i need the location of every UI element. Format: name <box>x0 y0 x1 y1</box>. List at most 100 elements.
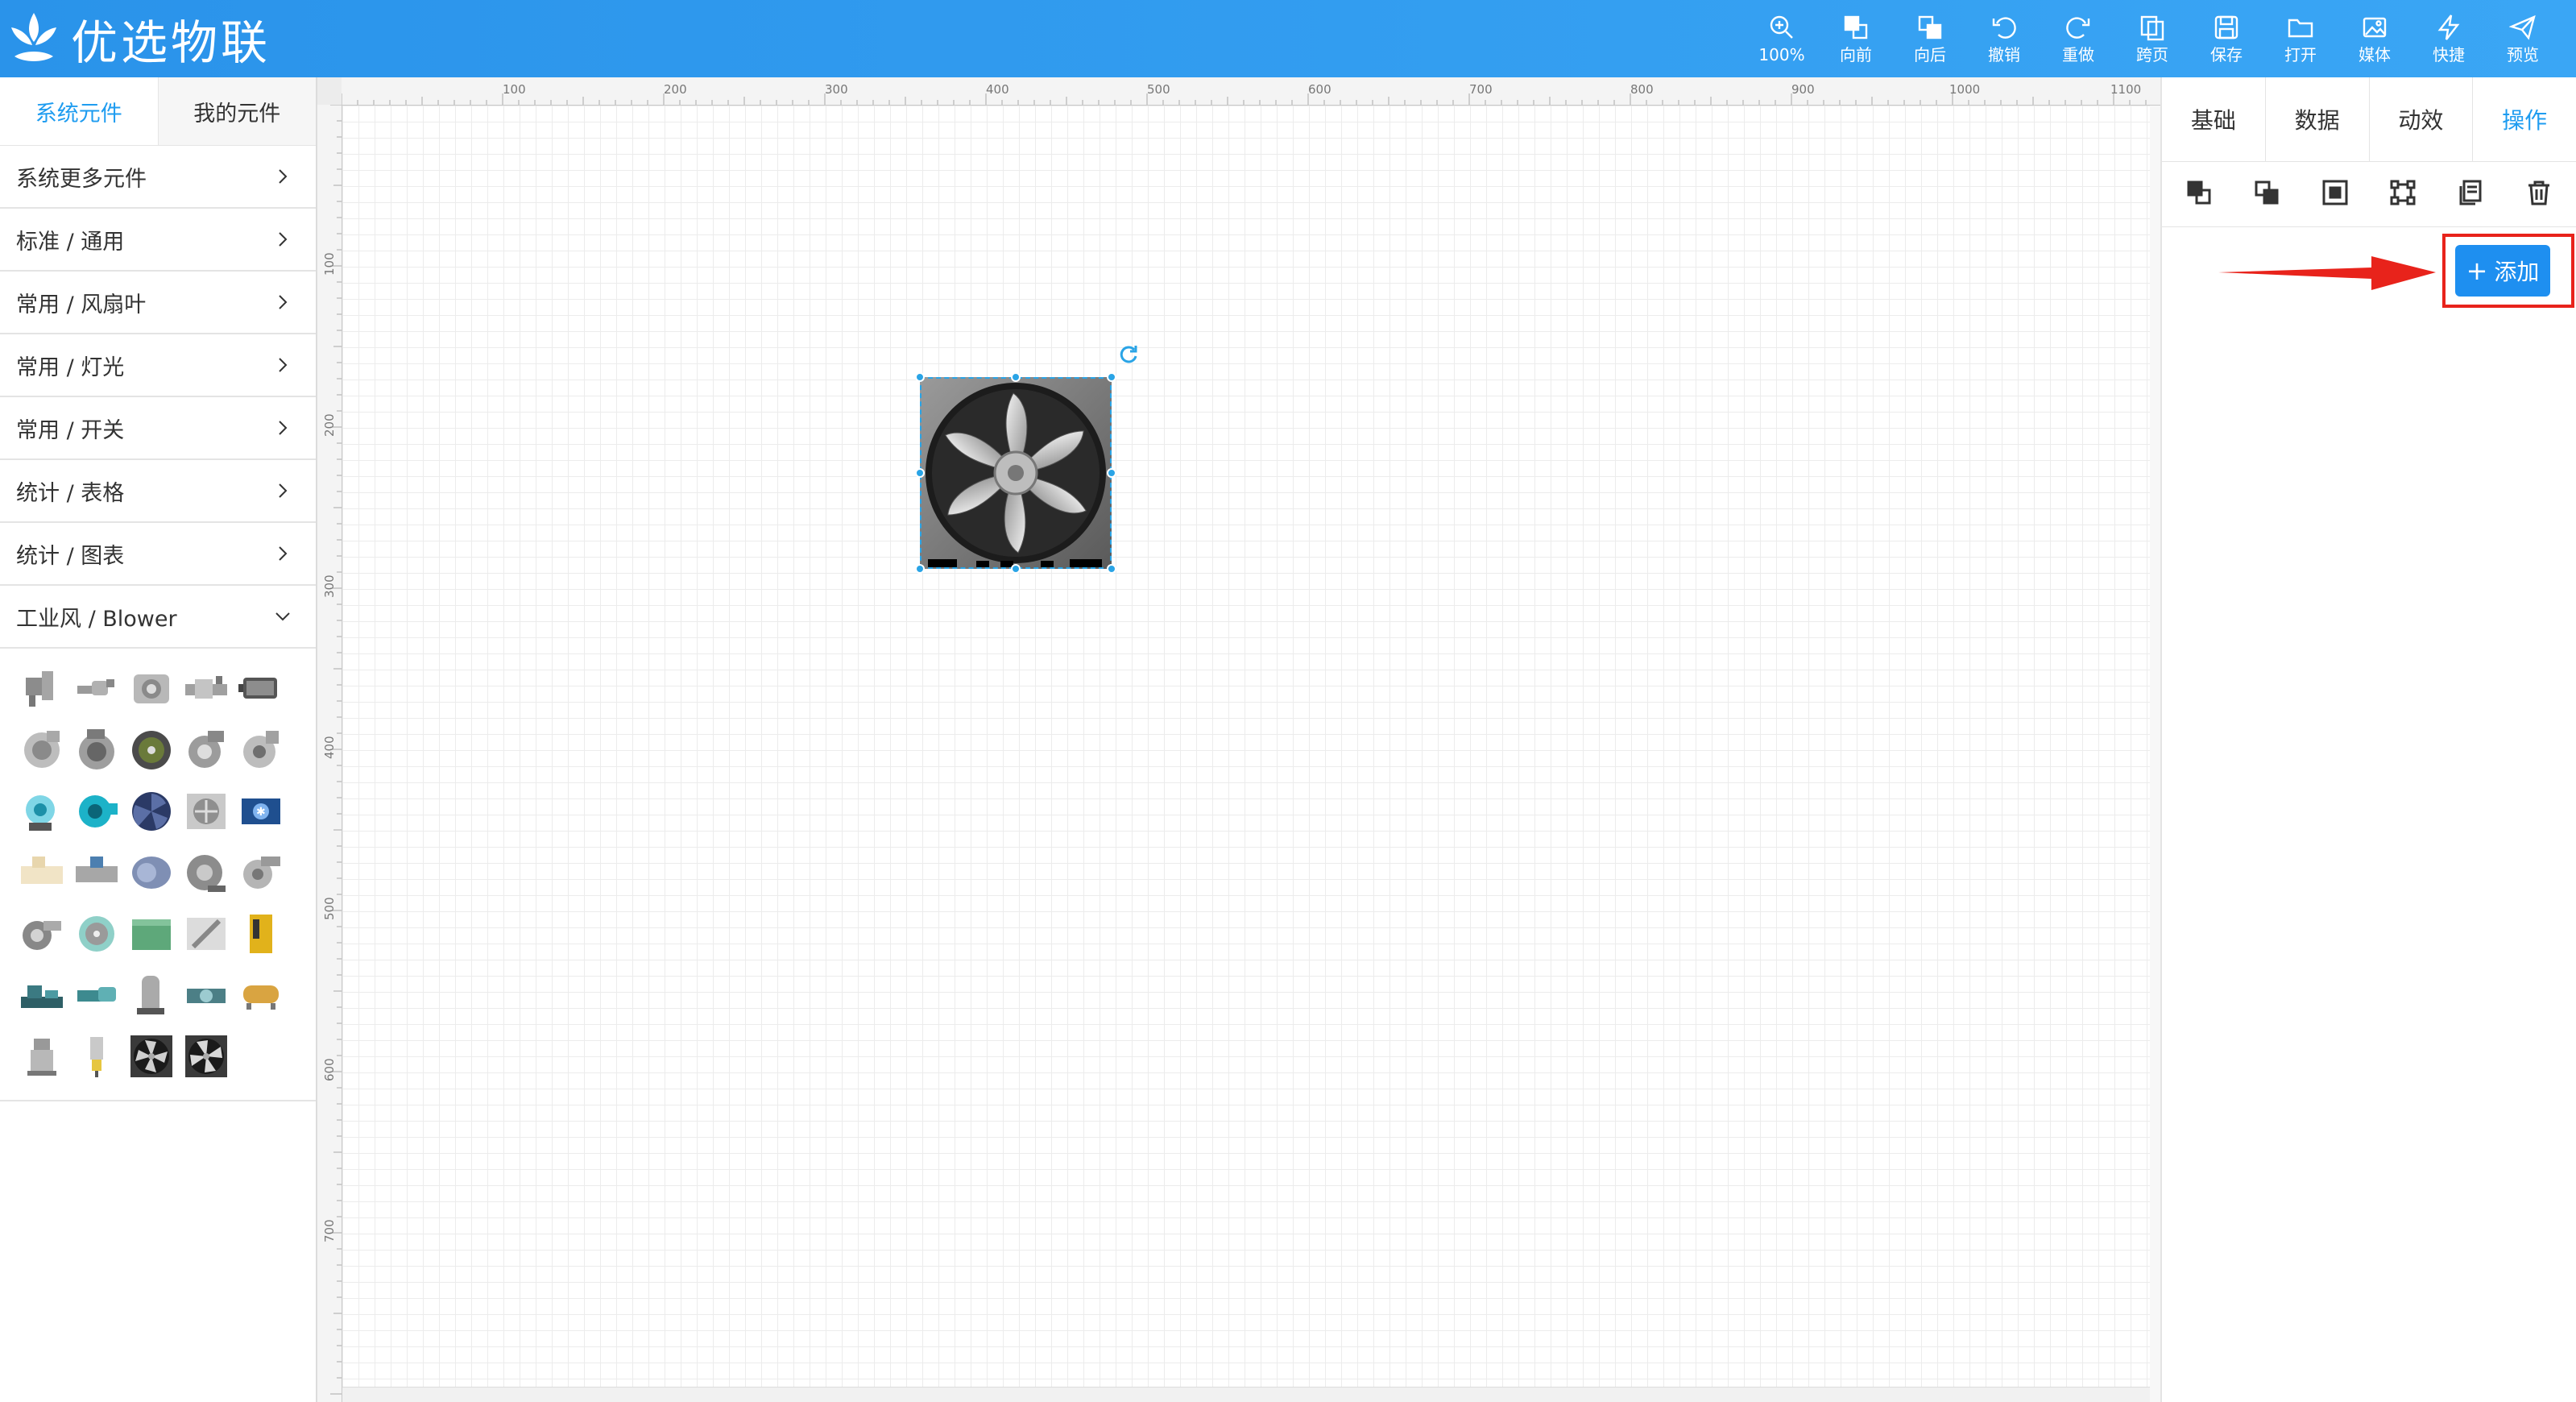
blower-component[interactable]: ✱ <box>238 789 284 834</box>
chevron-right-icon <box>279 232 288 247</box>
blower-component[interactable] <box>129 911 174 956</box>
ruler-vertical: 100 200 300 400 500 600 700 <box>317 105 342 1402</box>
tab-animation[interactable]: 动效 <box>2370 77 2474 161</box>
centrifugal-fan-icon <box>24 731 60 768</box>
blower-component[interactable] <box>19 911 64 956</box>
ruler-label: 500 <box>322 897 337 920</box>
resize-handle[interactable] <box>915 372 925 382</box>
blower-component[interactable] <box>74 728 119 773</box>
selected-fan-element[interactable] <box>915 346 1137 574</box>
save-button[interactable]: 保存 <box>2189 0 2263 77</box>
blower-component[interactable] <box>129 850 174 895</box>
media-button[interactable]: 媒体 <box>2338 0 2412 77</box>
vertical-tank-icon <box>137 976 164 1014</box>
blower-component[interactable] <box>74 911 119 956</box>
design-canvas[interactable] <box>342 106 2150 1387</box>
blower-component[interactable] <box>238 973 284 1018</box>
blower-component[interactable] <box>184 911 229 956</box>
copy-button[interactable] <box>2457 179 2484 209</box>
exhaust-fan-icon <box>185 1035 227 1077</box>
zoom-button[interactable]: 100% <box>1745 0 1819 77</box>
blower-component[interactable] <box>19 973 64 1018</box>
horizontal-scrollbar[interactable] <box>342 1387 2150 1402</box>
category-stat-tables[interactable]: 统计 / 表格 <box>0 460 316 523</box>
bring-forward-button[interactable]: 向前 <box>1819 0 1893 77</box>
preview-button[interactable]: 预览 <box>2486 0 2560 77</box>
blower-component[interactable] <box>238 728 284 773</box>
add-button-label: 添加 <box>2494 259 2540 285</box>
bring-forward-button[interactable] <box>2185 179 2213 209</box>
compressor-icon <box>185 676 227 699</box>
ruler-label: 700 <box>322 1219 337 1242</box>
blower-component[interactable] <box>238 911 284 956</box>
tab-basic[interactable]: 基础 <box>2162 77 2266 161</box>
rotate-handle-icon[interactable] <box>1118 343 1139 364</box>
blower-component[interactable] <box>184 973 229 1018</box>
operation-toolbar <box>2162 162 2576 227</box>
send-backward-button[interactable]: 向后 <box>1893 0 1967 77</box>
blower-component[interactable] <box>74 789 119 834</box>
blower-component[interactable] <box>19 850 64 895</box>
resize-handle[interactable] <box>1107 372 1116 382</box>
blower-component[interactable] <box>129 789 174 834</box>
blower-component[interactable] <box>129 666 174 711</box>
blower-component[interactable] <box>238 850 284 895</box>
delete-button[interactable] <box>2525 179 2553 209</box>
blower-component[interactable] <box>184 850 229 895</box>
blower-component[interactable] <box>184 789 229 834</box>
blower-component[interactable] <box>74 973 119 1018</box>
blower-component[interactable] <box>238 666 284 711</box>
blower-component[interactable] <box>74 1034 119 1079</box>
undo-button[interactable]: 撤销 <box>1967 0 2041 77</box>
blower-component[interactable] <box>19 1034 64 1079</box>
blower-component[interactable] <box>184 666 229 711</box>
resize-handle[interactable] <box>1011 372 1021 382</box>
cross-page-button[interactable]: 跨页 <box>2115 0 2189 77</box>
ungroup-button[interactable] <box>2389 179 2417 209</box>
blower-component[interactable] <box>19 789 64 834</box>
send-backward-button[interactable] <box>2253 179 2280 209</box>
ruler-label: 400 <box>986 82 1009 97</box>
resize-handle[interactable] <box>1107 468 1116 478</box>
category-label: 工业风 / Blower <box>16 606 177 632</box>
tab-system-components[interactable]: 系统元件 <box>0 77 159 145</box>
centrifugal-fan-icon <box>243 731 279 768</box>
resize-handle[interactable] <box>915 468 925 478</box>
group-button[interactable] <box>2321 179 2349 209</box>
tab-my-components[interactable]: 我的元件 <box>158 77 316 145</box>
ruler-ticks <box>342 93 2147 105</box>
add-button[interactable]: + 添加 <box>2455 245 2550 297</box>
blower-component[interactable] <box>184 1034 229 1079</box>
blower-component[interactable] <box>74 850 119 895</box>
resize-handle[interactable] <box>1011 564 1021 574</box>
blower-component[interactable] <box>129 728 174 773</box>
resize-handle[interactable] <box>1107 564 1116 574</box>
media-icon <box>2363 17 2387 38</box>
damper-icon <box>187 918 226 950</box>
category-lighting[interactable]: 常用 / 灯光 <box>0 334 316 397</box>
blower-component[interactable] <box>129 1034 174 1079</box>
category-more-system[interactable]: 系统更多元件 <box>0 146 316 209</box>
category-stat-charts[interactable]: 统计 / 图表 <box>0 523 316 586</box>
open-button[interactable]: 打开 <box>2263 0 2338 77</box>
ruler-label: 500 <box>1147 82 1170 97</box>
top-toolbar: 优选物联 100% 向前 向后 撤销 重做 跨页 保存 打开 媒体 快捷 预览 <box>0 0 2576 77</box>
category-standard-general[interactable]: 标准 / 通用 <box>0 209 316 272</box>
orange-tank-icon <box>243 985 279 1010</box>
chevron-right-icon <box>279 295 288 309</box>
blower-component[interactable] <box>184 728 229 773</box>
tab-data[interactable]: 数据 <box>2266 77 2370 161</box>
shortcut-button[interactable]: 快捷 <box>2412 0 2486 77</box>
category-fan-blades[interactable]: 常用 / 风扇叶 <box>0 272 316 334</box>
ventilator-icon <box>187 794 226 829</box>
redo-button[interactable]: 重做 <box>2041 0 2115 77</box>
category-industrial-blower[interactable]: 工业风 / Blower <box>0 586 316 649</box>
category-switches[interactable]: 常用 / 开关 <box>0 397 316 460</box>
resize-handle[interactable] <box>915 564 925 574</box>
blower-component[interactable] <box>129 973 174 1018</box>
blower-component[interactable] <box>19 666 64 711</box>
tab-operation[interactable]: 操作 <box>2473 77 2576 161</box>
blower-component[interactable] <box>19 728 64 773</box>
bring-forward-icon <box>2187 180 2211 205</box>
blower-component[interactable] <box>74 666 119 711</box>
